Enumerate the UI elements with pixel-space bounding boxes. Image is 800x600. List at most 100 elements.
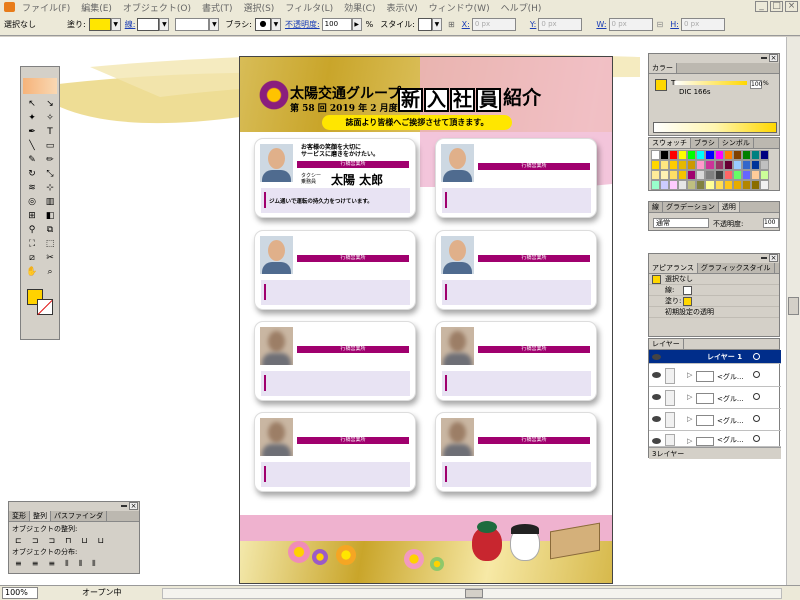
color-swatch[interactable]	[660, 170, 670, 180]
color-swatch[interactable]	[732, 170, 742, 180]
color-swatch[interactable]	[696, 180, 706, 190]
visibility-eye-icon[interactable]	[652, 394, 661, 400]
column-graph-tool-icon[interactable]: ▥	[41, 195, 59, 209]
tab-swatches[interactable]: スウォッチ	[649, 138, 691, 148]
color-swatch[interactable]	[705, 150, 715, 160]
gradient-tool-icon[interactable]: ◧	[41, 209, 59, 223]
layer-row[interactable]: ▷ <グル...	[649, 387, 781, 409]
appearance-row[interactable]: 線:	[649, 285, 779, 296]
transform-grid-icon[interactable]: ⊞	[448, 20, 455, 29]
color-swatch[interactable]	[655, 79, 667, 91]
distribute-top-icon[interactable]: ≡	[15, 559, 22, 569]
rotate-tool-icon[interactable]: ↻	[23, 167, 41, 181]
color-swatch[interactable]	[714, 170, 724, 180]
lock-toggle[interactable]	[665, 434, 675, 446]
brush-dropdown-icon[interactable]: ▼	[270, 18, 281, 31]
color-swatch[interactable]	[669, 150, 679, 160]
w-field[interactable]: 0 px	[608, 18, 653, 31]
rectangle-tool-icon[interactable]: ▭	[41, 139, 59, 153]
align-panel-titlebar[interactable]: ×	[9, 502, 139, 511]
tab-align[interactable]: 整列	[30, 511, 51, 521]
align-bottom-icon[interactable]: ⊔	[98, 536, 104, 545]
visibility-eye-icon[interactable]	[652, 438, 661, 444]
close-icon[interactable]: ×	[769, 254, 778, 262]
stroke-swatch[interactable]	[137, 18, 160, 31]
color-swatch[interactable]	[651, 160, 661, 170]
color-swatch[interactable]	[759, 150, 769, 160]
visibility-eye-icon[interactable]	[652, 372, 661, 378]
layer-row-top[interactable]: レイヤー 1	[649, 350, 781, 364]
artboard[interactable]: 太陽交通グループ 第 58 回 2019 年 2 月度 新 入 社 員 紹介 誌…	[239, 56, 613, 584]
menu-file[interactable]: ファイル(F)	[22, 1, 70, 14]
color-swatch[interactable]	[741, 180, 751, 190]
eyedropper-tool-icon[interactable]: ⚲	[23, 223, 41, 237]
color-swatch[interactable]	[678, 170, 688, 180]
menu-object[interactable]: オブジェクト(O)	[123, 1, 191, 14]
color-swatch[interactable]	[732, 150, 742, 160]
align-right-icon[interactable]: ⊐	[48, 536, 55, 545]
color-swatch[interactable]	[723, 150, 733, 160]
w-label[interactable]: W:	[596, 20, 606, 29]
stroke-weight-dropdown-icon[interactable]: ▼	[209, 18, 220, 31]
h-label[interactable]: H:	[670, 20, 679, 29]
blend-tool-icon[interactable]: ⧉	[41, 223, 59, 237]
live-paint-selection-icon[interactable]: ⬚	[41, 237, 59, 251]
color-swatch[interactable]	[759, 170, 769, 180]
tint-value[interactable]: 100	[750, 80, 762, 89]
appearance-row[interactable]: 選択なし	[649, 274, 779, 285]
lock-toggle[interactable]	[665, 368, 675, 384]
color-swatch[interactable]	[723, 180, 733, 190]
color-swatch[interactable]	[669, 180, 679, 190]
h-field[interactable]: 0 px	[680, 18, 725, 31]
color-swatch[interactable]	[696, 160, 706, 170]
appearance-panel-titlebar[interactable]: ×	[649, 254, 779, 263]
menu-filter[interactable]: フィルタ(L)	[285, 1, 333, 14]
magic-wand-tool-icon[interactable]: ✦	[23, 111, 41, 125]
restore-button[interactable]: □	[770, 1, 783, 12]
color-swatch[interactable]	[651, 150, 661, 160]
tab-brushes[interactable]: ブラシ	[691, 138, 719, 148]
layer-row[interactable]: ▷ <グル...	[649, 365, 781, 387]
selection-tool-icon[interactable]: ↖	[23, 97, 41, 111]
distribute-bottom-icon[interactable]: ≡	[48, 559, 55, 569]
tab-stroke[interactable]: 線	[649, 202, 663, 212]
color-swatch[interactable]	[651, 170, 661, 180]
stroke-color-box[interactable]	[37, 299, 53, 315]
color-swatch[interactable]	[687, 170, 697, 180]
color-swatch[interactable]	[732, 160, 742, 170]
tint-slider[interactable]	[675, 81, 747, 85]
color-swatch[interactable]	[750, 180, 760, 190]
mesh-tool-icon[interactable]: ⊞	[23, 209, 41, 223]
warp-tool-icon[interactable]: ≋	[23, 181, 41, 195]
stroke-label[interactable]: 線:	[125, 19, 136, 30]
color-swatch[interactable]	[759, 180, 769, 190]
color-swatch[interactable]	[678, 180, 688, 190]
color-swatch[interactable]	[660, 150, 670, 160]
fill-swatch[interactable]	[88, 18, 111, 31]
menu-select[interactable]: 選択(S)	[244, 1, 275, 14]
color-swatch[interactable]	[660, 160, 670, 170]
zoom-tool-icon[interactable]: ⌕	[41, 265, 59, 279]
color-swatch[interactable]	[705, 170, 715, 180]
x-field[interactable]: 0 px	[471, 18, 516, 31]
x-label[interactable]: X:	[462, 20, 470, 29]
symbol-sprayer-tool-icon[interactable]: ◎	[23, 195, 41, 209]
align-vcenter-icon[interactable]: ⊔	[81, 536, 87, 545]
color-swatch[interactable]	[660, 180, 670, 190]
tools-panel-titlebar[interactable]	[21, 67, 59, 76]
appearance-row[interactable]: 初期設定の透明	[649, 307, 779, 318]
color-swatch[interactable]	[714, 160, 724, 170]
tab-color[interactable]: カラー	[649, 63, 677, 73]
color-swatch[interactable]	[732, 180, 742, 190]
opacity-dropdown-icon[interactable]: ▶	[351, 18, 362, 31]
employee-card[interactable]: 行橋営業所	[435, 230, 597, 310]
color-swatch[interactable]	[687, 160, 697, 170]
target-circle-icon[interactable]	[753, 415, 760, 422]
slice-tool-icon[interactable]: ⧄	[23, 251, 41, 265]
swatch-grid[interactable]	[651, 150, 769, 190]
lock-toggle[interactable]	[665, 412, 675, 428]
visibility-eye-icon[interactable]	[652, 354, 661, 360]
direct-selection-tool-icon[interactable]: ↘	[41, 97, 59, 111]
horizontal-scrollbar[interactable]	[162, 588, 782, 599]
stroke-dropdown-icon[interactable]: ▼	[159, 18, 170, 31]
